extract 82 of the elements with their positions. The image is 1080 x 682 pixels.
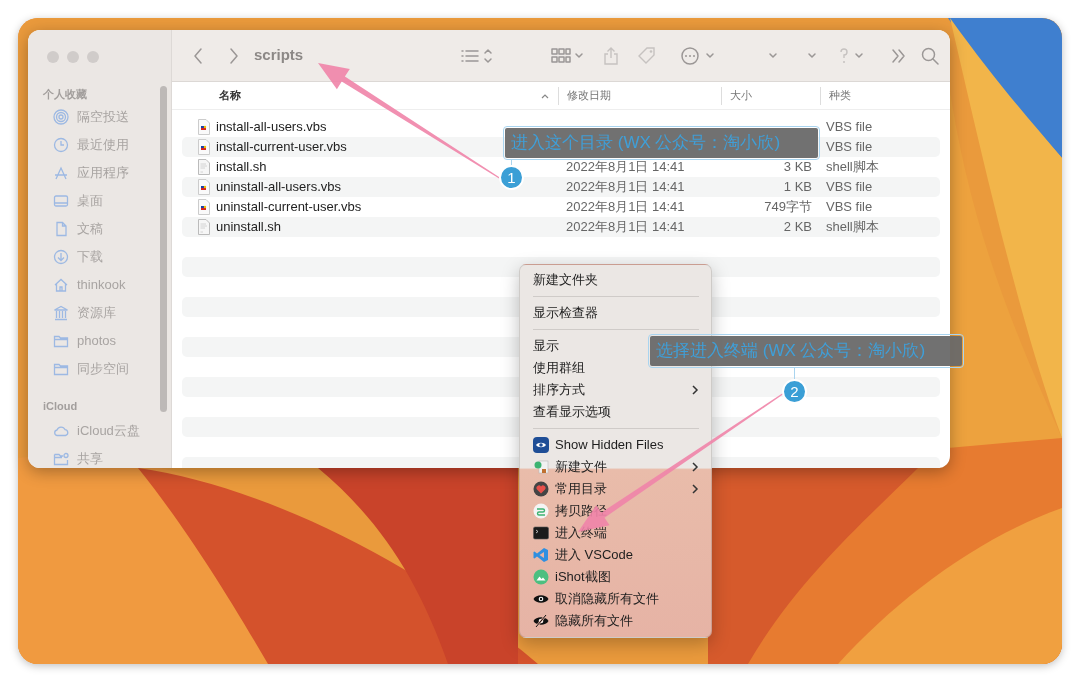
clock-icon: [53, 137, 69, 153]
column-header[interactable]: 种类: [821, 86, 950, 105]
menu-item[interactable]: 查看显示选项: [520, 401, 711, 423]
copy-path-icon: [533, 503, 549, 519]
modified-date: 2022年8月1日 14:41: [566, 159, 685, 175]
scrollbar[interactable]: [160, 86, 167, 412]
sort-icon[interactable]: [483, 46, 494, 65]
file-name: uninstall.sh: [216, 218, 282, 237]
download-icon: [53, 249, 69, 265]
text-file-icon: [198, 219, 210, 235]
tag-icon[interactable]: [637, 46, 658, 65]
script-file-icon: [198, 199, 210, 215]
file-kind: VBS file: [826, 119, 873, 135]
folder-icon: [53, 333, 69, 349]
column-header[interactable]: 修改日期: [559, 86, 721, 105]
menu-item[interactable]: 取消隐藏所有文件: [520, 588, 711, 610]
script-file-icon: [198, 179, 210, 195]
window-control[interactable]: [47, 51, 59, 63]
file-name: install-current-user.vbs: [216, 138, 347, 157]
eye-icon: [533, 437, 549, 453]
file-name: install.sh: [216, 158, 267, 177]
grid-view-icon[interactable]: [551, 46, 572, 65]
desktop-icon: [53, 193, 69, 209]
file-kind: VBS file: [826, 139, 873, 155]
menu-item[interactable]: 拷贝路径: [520, 500, 711, 522]
file-size: 2 KB: [783, 219, 812, 235]
more-tools-icon[interactable]: [891, 46, 908, 65]
file-kind: VBS file: [826, 179, 873, 195]
eye-slash-icon: [533, 613, 549, 629]
menu-item[interactable]: Show Hidden Files: [520, 434, 711, 456]
menu-item[interactable]: 进入 VSCode: [520, 544, 711, 566]
code-editor-icon: [533, 547, 549, 563]
file-kind: VBS file: [826, 199, 873, 215]
file-row[interactable]: uninstall-current-user.vbs 2022年8月1日 14:41 749字节 VBS file: [182, 197, 940, 217]
script-file-icon: [198, 119, 210, 135]
airdrop-icon: [53, 109, 69, 125]
window-control[interactable]: [67, 51, 79, 63]
search-icon[interactable]: [921, 46, 940, 65]
file-name: uninstall-current-user.vbs: [216, 198, 362, 217]
back-icon[interactable]: [192, 46, 204, 65]
file-kind: shell脚本: [826, 159, 879, 175]
forward-icon[interactable]: [228, 46, 240, 65]
help-icon[interactable]: [839, 46, 850, 65]
text-file-icon: [198, 159, 210, 175]
modified-date: 2022年8月1日 14:41: [566, 219, 685, 235]
menu-item[interactable]: 隐藏所有文件: [520, 610, 711, 632]
more-icon[interactable]: [680, 46, 701, 65]
file-name: uninstall-all-users.vbs: [216, 178, 341, 197]
menu-item[interactable]: iShot截图: [520, 566, 711, 588]
window-control[interactable]: [87, 51, 99, 63]
library-icon: [53, 305, 69, 321]
file-size: 749字节: [764, 199, 812, 215]
modified-date: 2022年8月1日 14:41: [566, 179, 685, 195]
menu-item[interactable]: 排序方式: [520, 379, 711, 401]
column-header[interactable]: 大小: [722, 86, 820, 105]
apps-icon: [53, 165, 69, 181]
terminal-icon: [533, 525, 549, 541]
section-heading: iCloud: [42, 399, 79, 414]
file-kind: shell脚本: [826, 219, 879, 235]
menu-item[interactable]: 新建文件夹: [520, 269, 711, 291]
menu-item[interactable]: 新建文件: [520, 456, 711, 478]
screenshot-icon: [533, 569, 549, 585]
new-file-icon: [533, 459, 549, 475]
file-row[interactable]: uninstall.sh 2022年8月1日 14:41 2 KB shell脚本: [182, 217, 940, 237]
share-icon[interactable]: [603, 46, 620, 65]
home-icon: [53, 277, 69, 293]
shared-folder-icon: [53, 451, 69, 467]
folder-icon: [53, 361, 69, 377]
section-heading: 个人收藏: [42, 87, 88, 102]
folder-title: scripts: [254, 45, 304, 66]
file-name: install-all-users.vbs: [216, 118, 327, 137]
leader-line: [794, 368, 795, 379]
cloud-icon: [53, 423, 69, 439]
file-size: 1 KB: [783, 179, 812, 195]
menu-item[interactable]: 显示检查器: [520, 302, 711, 324]
annotation-tooltip: 选择进入终端 (WX 公众号：淘小欣): [650, 336, 962, 366]
modified-date: 2022年8月1日 14:41: [566, 199, 685, 215]
menu-item[interactable]: 进入终端: [520, 522, 711, 544]
file-size: 3 KB: [783, 159, 812, 175]
document-icon: [53, 221, 69, 237]
column-header[interactable]: 名称: [182, 86, 558, 105]
annotation-tooltip: 进入这个目录 (WX 公众号：淘小欣): [505, 128, 818, 158]
